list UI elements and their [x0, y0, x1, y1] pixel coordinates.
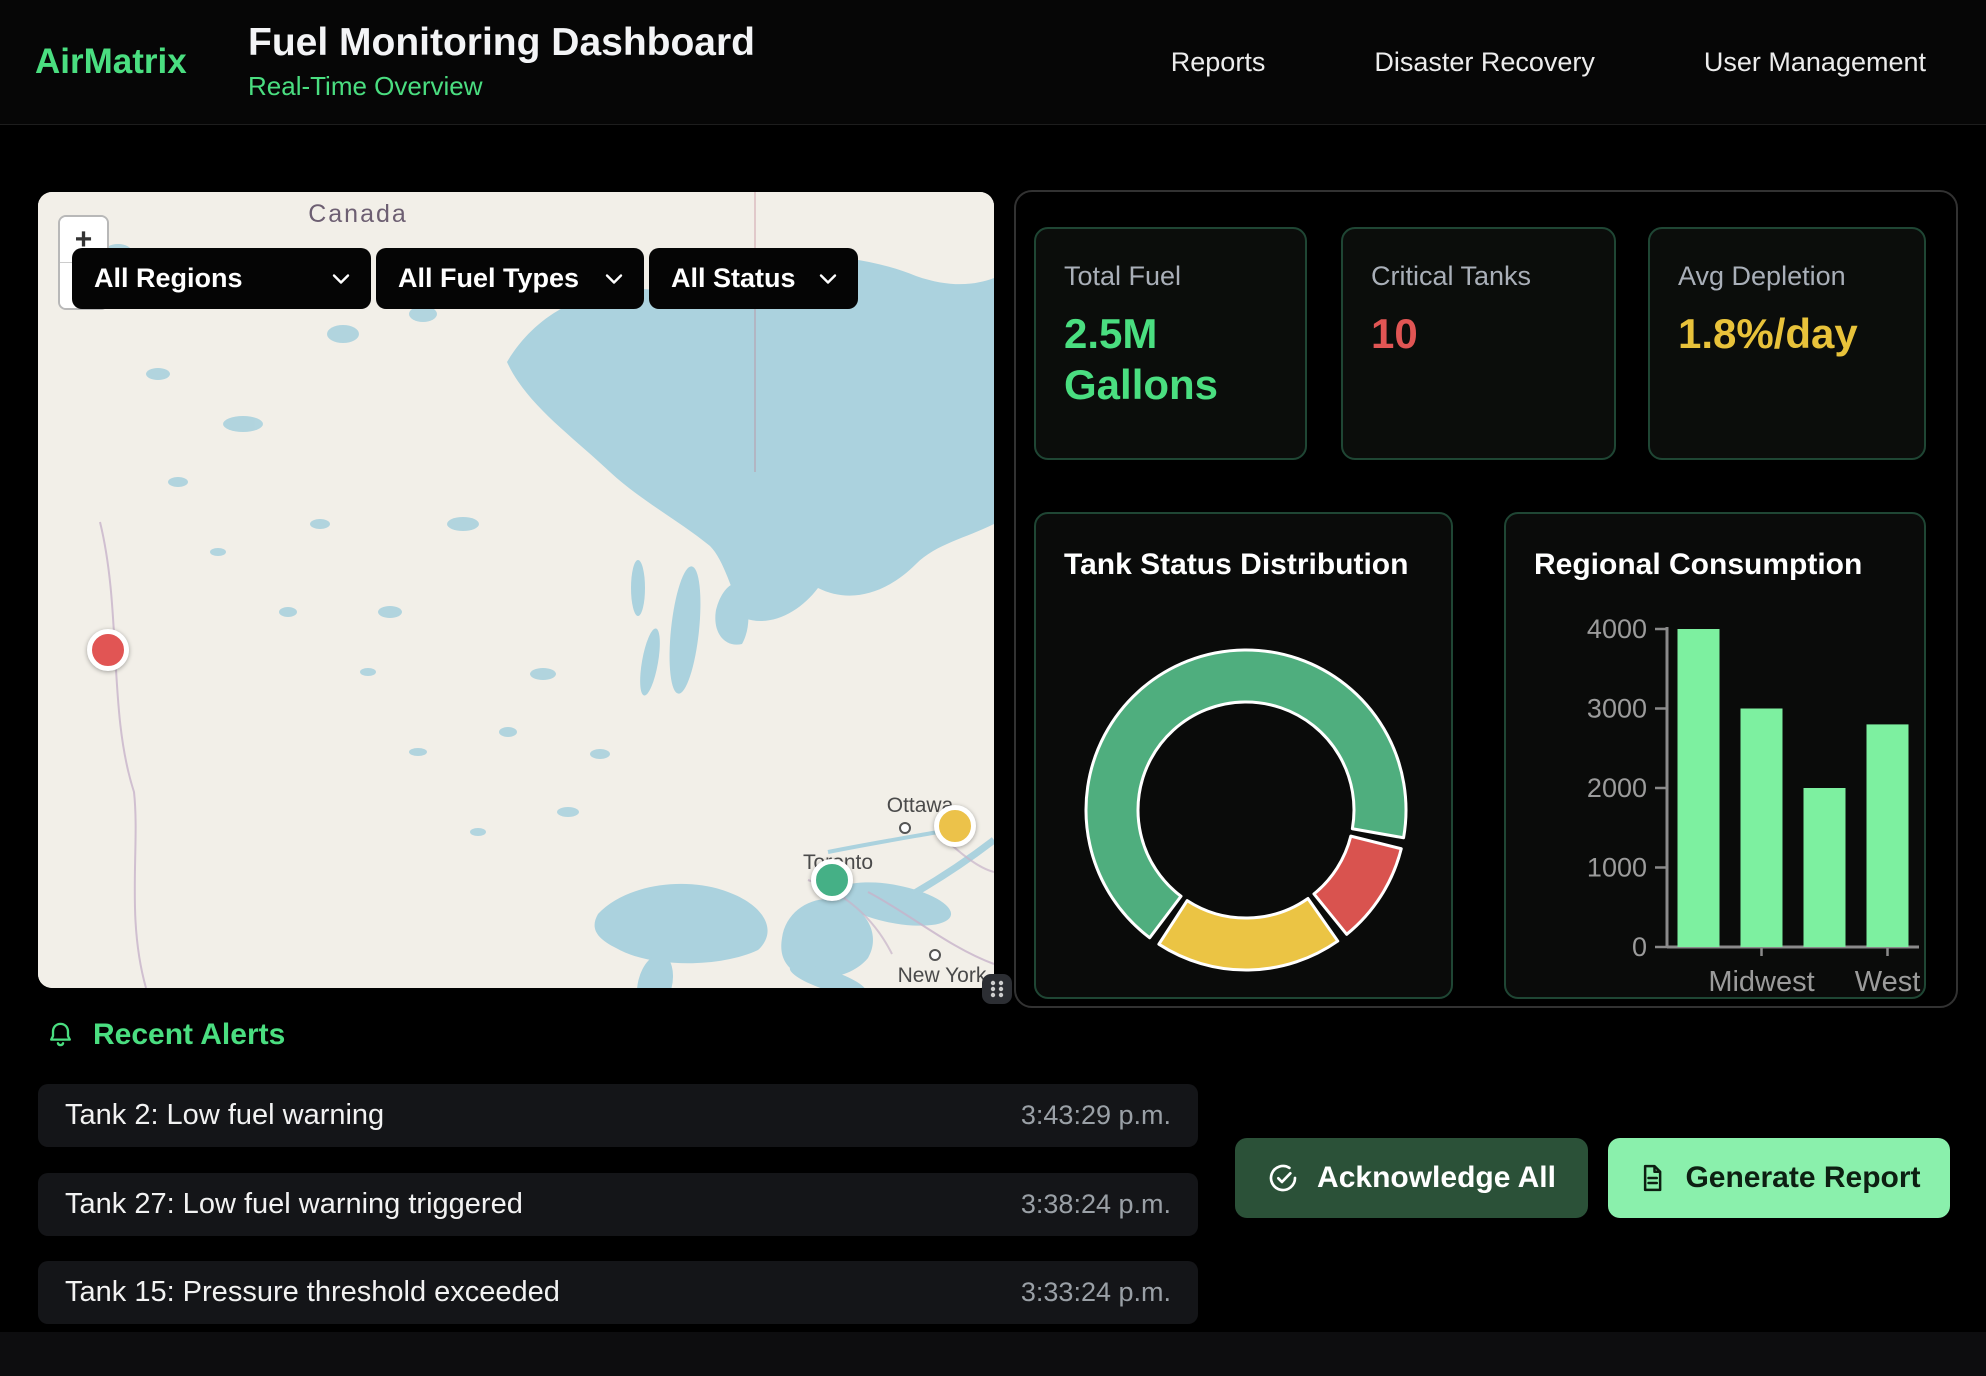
y-tick-label: 1000 — [1587, 853, 1647, 883]
alert-text: Tank 15: Pressure threshold exceeded — [65, 1276, 560, 1309]
bar-region-3 — [1867, 724, 1909, 947]
resize-grip-icon[interactable] — [982, 974, 1012, 1004]
map-label-city: New York — [892, 964, 992, 988]
page-subtitle: Real-Time Overview — [248, 71, 755, 102]
stat-label: Total Fuel — [1064, 261, 1277, 292]
y-tick-label: 4000 — [1587, 614, 1647, 644]
filter-dropdown-all-fuel-types[interactable]: All Fuel Types — [376, 248, 644, 309]
alert-row[interactable]: Tank 27: Low fuel warning triggered 3:38:… — [38, 1173, 1198, 1236]
nav-item-disaster-recovery[interactable]: Disaster Recovery — [1374, 47, 1595, 78]
generate-report-label: Generate Report — [1685, 1161, 1920, 1195]
alert-timestamp: 3:33:24 p.m. — [1021, 1277, 1171, 1308]
filter-dropdown-all-status[interactable]: All Status — [649, 248, 858, 309]
alerts-header: Recent Alerts — [45, 1018, 285, 1052]
donut-chart-card: Tank Status Distribution — [1034, 512, 1453, 999]
tank-marker-critical[interactable] — [87, 629, 129, 671]
city-marker-icon — [929, 949, 941, 961]
tank-marker-warning[interactable] — [934, 805, 976, 847]
chevron-down-icon — [604, 273, 624, 285]
alert-row[interactable]: Tank 2: Low fuel warning 3:43:29 p.m. — [38, 1084, 1198, 1147]
map-filters: All Regions All Fuel Types All Status — [72, 248, 858, 309]
footer-strip — [0, 1332, 1986, 1376]
bar-region-1 — [1741, 709, 1783, 948]
city-marker-icon — [899, 822, 911, 834]
nav-item-user-management[interactable]: User Management — [1704, 47, 1926, 78]
generate-report-button[interactable]: Generate Report — [1608, 1138, 1950, 1218]
chevron-down-icon — [331, 273, 351, 285]
check-circle-icon — [1267, 1162, 1299, 1194]
tank-marker-normal[interactable] — [811, 859, 853, 901]
alert-timestamp: 3:43:29 p.m. — [1021, 1100, 1171, 1131]
filter-selected-value: All Status — [671, 263, 796, 294]
stat-label: Avg Depletion — [1678, 261, 1896, 292]
chevron-down-icon — [818, 273, 838, 285]
bar-region-2 — [1804, 788, 1846, 947]
map-label-country: Canada — [288, 200, 428, 229]
y-tick-label: 2000 — [1587, 773, 1647, 803]
alerts-title: Recent Alerts — [93, 1018, 285, 1052]
main-nav: Reports Disaster Recovery User Management — [1171, 0, 1926, 125]
y-tick-label: 3000 — [1587, 694, 1647, 724]
page-title: Fuel Monitoring Dashboard — [248, 22, 755, 65]
bell-icon — [45, 1020, 76, 1051]
stat-value: 10 — [1371, 308, 1556, 359]
alert-row[interactable]: Tank 15: Pressure threshold exceeded 3:33… — [38, 1261, 1198, 1324]
regional-consumption-bar-chart: 0 1000 2000 3000 4000 Midwest West — [1506, 514, 1926, 999]
analytics-panel: Total Fuel 2.5M Gallons Critical Tanks 10 Av… — [1014, 190, 1958, 1008]
stat-card-total-fuel: Total Fuel 2.5M Gallons — [1034, 227, 1307, 460]
filter-selected-value: All Regions — [94, 263, 243, 294]
tank-status-donut-chart — [1036, 514, 1453, 999]
alert-text: Tank 2: Low fuel warning — [65, 1099, 384, 1132]
filter-dropdown-all-regions[interactable]: All Regions — [72, 248, 371, 309]
map-panel[interactable]: + − All RegionsAll Fuel TypesAll Status … — [38, 192, 994, 988]
alert-timestamp: 3:38:24 p.m. — [1021, 1189, 1171, 1220]
bar-chart-card: Regional Consumption 01000200030004000Mi… — [1504, 512, 1926, 999]
stat-label: Critical Tanks — [1371, 261, 1586, 292]
stat-value: 1.8%/day — [1678, 308, 1863, 359]
nav-item-reports[interactable]: Reports — [1171, 47, 1266, 78]
document-icon — [1637, 1163, 1667, 1193]
bar-region-0 — [1678, 629, 1720, 947]
grip-dots-icon — [982, 974, 1012, 1004]
stat-card-critical-tanks: Critical Tanks 10 — [1341, 227, 1616, 460]
filter-selected-value: All Fuel Types — [398, 263, 579, 294]
x-tick-label: Midwest — [1708, 966, 1814, 998]
x-tick-label: West — [1855, 966, 1921, 998]
acknowledge-all-button[interactable]: Acknowledge All — [1235, 1138, 1588, 1218]
brand-logo[interactable]: AirMatrix — [35, 42, 248, 82]
stat-value: 2.5M Gallons — [1064, 308, 1249, 410]
title-block: Fuel Monitoring Dashboard Real-Time Over… — [248, 22, 755, 102]
stat-card-avg-depletion: Avg Depletion 1.8%/day — [1648, 227, 1926, 460]
alert-text: Tank 27: Low fuel warning triggered — [65, 1188, 523, 1221]
acknowledge-all-label: Acknowledge All — [1317, 1161, 1556, 1195]
header: AirMatrix Fuel Monitoring Dashboard Real… — [0, 0, 1986, 125]
donut-segment-critical — [1314, 836, 1401, 934]
y-tick-label: 0 — [1632, 932, 1647, 962]
donut-segment-warning — [1159, 898, 1338, 970]
